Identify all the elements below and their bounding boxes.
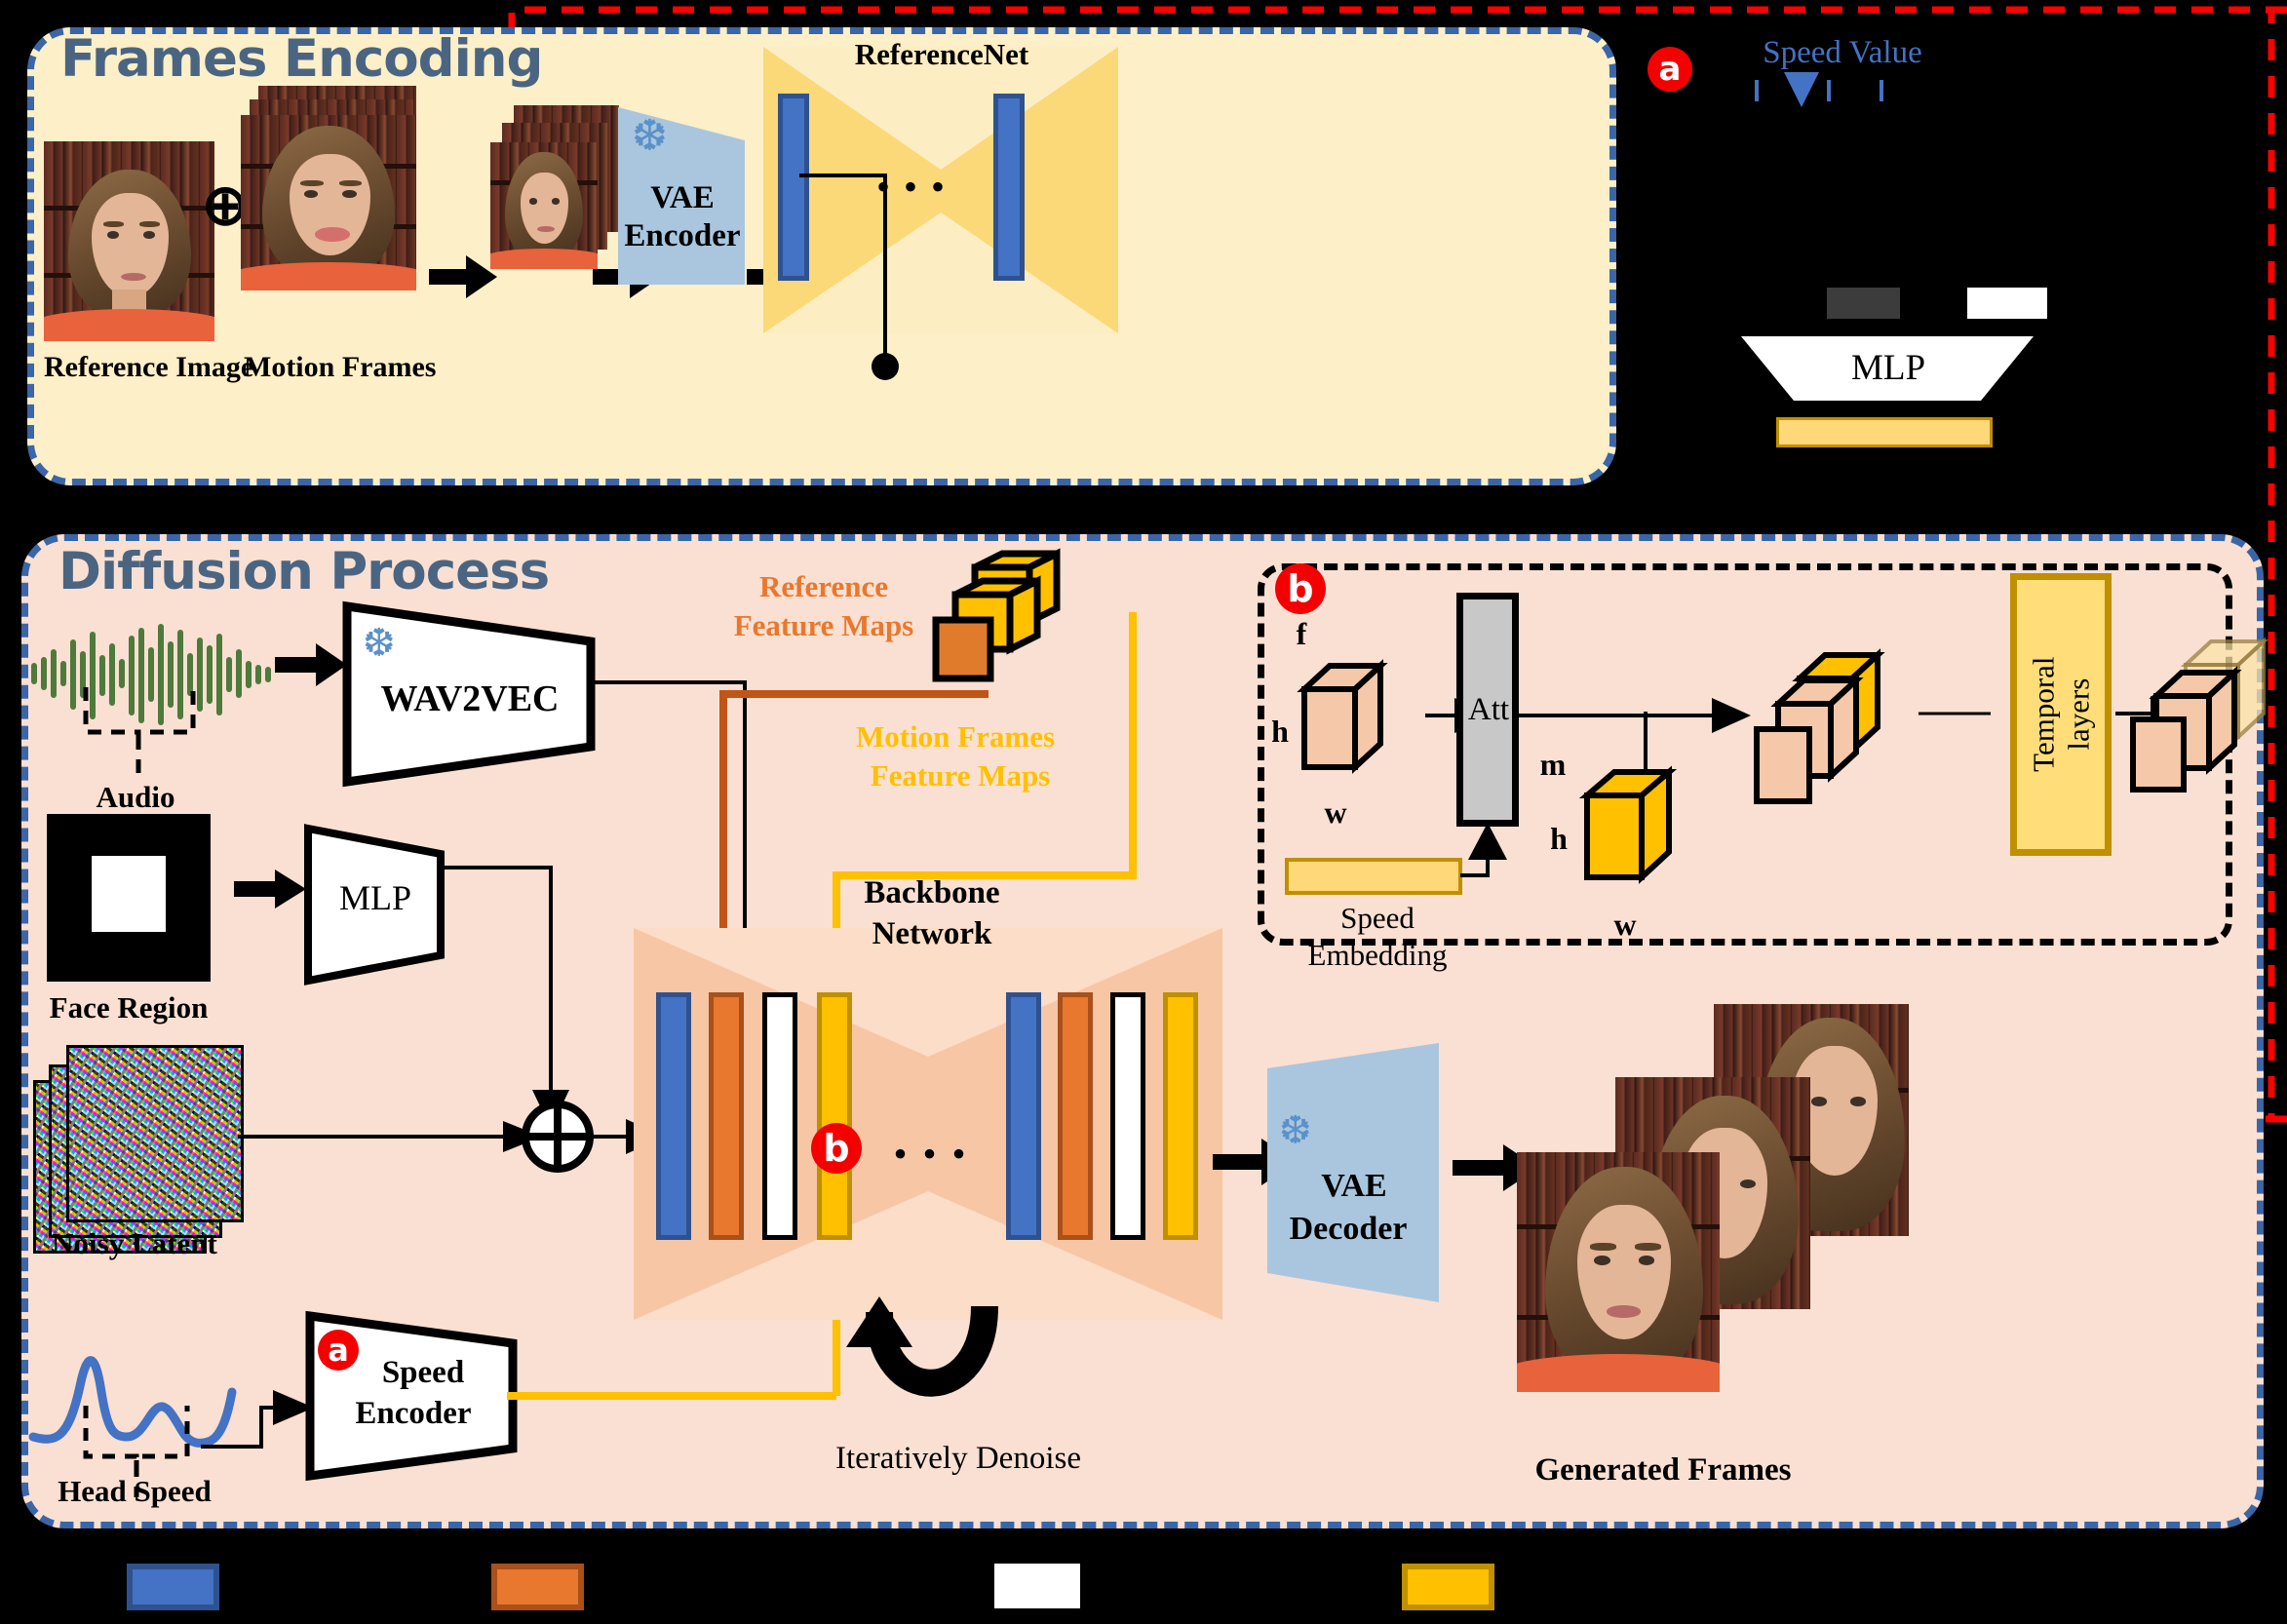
arrow-motion-to-stack — [429, 255, 497, 298]
face-region-mask-inner — [92, 856, 166, 932]
legend-dark-block — [1827, 288, 1900, 319]
generated-frame-front — [1517, 1152, 1720, 1392]
detail-b-motion-cube — [1578, 765, 1678, 884]
speed-embedding-line1: Speed — [1340, 901, 1415, 935]
legend-swatch-white — [994, 1564, 1080, 1608]
audio-label: Audio — [96, 780, 175, 814]
encoded-frame-front — [490, 142, 598, 269]
detail-b-dim-w-mid: w — [1613, 907, 1637, 942]
head-speed-label: Head Speed — [58, 1474, 212, 1508]
backbone-bar-orange-left — [709, 992, 744, 1240]
temporal-layers-label: Temporal layers — [2010, 573, 2112, 856]
legend-white-block — [1967, 288, 2047, 319]
reference-image-label: Reference Image — [44, 351, 254, 383]
vae-encoder-label-line2: Encoder — [624, 218, 741, 253]
arrow-head-speed-to-encoder — [201, 1390, 314, 1449]
temporal-layers-line1: Temporal — [2026, 656, 2061, 773]
legend-yellow-block — [1776, 417, 1993, 447]
backbone-bar-orange-right — [1058, 992, 1093, 1240]
wav2vec-label: WAV2VEC — [380, 678, 560, 719]
motion-frame-front — [241, 115, 416, 290]
speed-value-slider-icon — [1755, 72, 1883, 107]
badge-b-detail: b — [1275, 563, 1326, 614]
temporal-layers-line2: layers — [2061, 677, 2095, 752]
backbone-bar-yellow-right — [1163, 992, 1198, 1240]
face-region-label: Face Region — [49, 990, 209, 1025]
detail-b-output-cube — [2130, 637, 2269, 793]
frames-encoding-title: Frames Encoding — [60, 29, 543, 89]
noisy-latent-to-merge-line — [238, 1121, 542, 1152]
backbone-bar-blue-right — [1006, 992, 1041, 1240]
iteratively-denoise-label: Iteratively Denoise — [835, 1441, 1081, 1476]
vae-encoder-label-line1: VAE — [650, 180, 715, 215]
iteratively-denoise-loop-icon — [846, 1296, 998, 1397]
generated-frames-label: Generated Frames — [1534, 1452, 1792, 1488]
backbone-bar-blue-left — [656, 992, 691, 1240]
legend-swatch-yellow — [1402, 1564, 1494, 1610]
noisy-latent-label: Noisy Latent — [52, 1226, 217, 1260]
diffusion-process-title: Diffusion Process — [58, 542, 550, 601]
att-label: Att — [1467, 692, 1510, 727]
speed-encoder-line1: Speed — [381, 1355, 465, 1390]
reference-feature-maps-line1: Reference — [759, 569, 888, 603]
audio-bracket-dashed — [83, 687, 196, 781]
speed-value-title: Speed Value — [1763, 35, 1922, 70]
mlp-label-diffusion: MLP — [338, 878, 412, 917]
speed-encoder-line2: Encoder — [355, 1396, 472, 1431]
legend-swatch-blue — [127, 1564, 219, 1610]
legend-mlp-label: MLP — [1850, 348, 1926, 388]
motion-frames-label: Motion Frames — [244, 351, 437, 383]
detail-b-dim-f: f — [1296, 616, 1307, 651]
detail-b-dim-h-left: h — [1271, 714, 1289, 749]
backbone-bar-white-left — [762, 992, 797, 1240]
legend-swatch-orange — [491, 1564, 584, 1610]
speed-embedding-bar — [1285, 858, 1462, 895]
badge-a-legend: a — [1647, 47, 1692, 92]
noisy-latent-front — [66, 1045, 244, 1222]
snowflake-icon-wav2vec: ❆ — [363, 621, 396, 665]
badge-b-backbone: b — [811, 1123, 862, 1174]
detail-b-dim-h-mid: h — [1550, 821, 1568, 856]
arrow-audio-to-wav2vec — [275, 643, 347, 686]
snowflake-icon-vae-decoder: ❆ — [1279, 1108, 1312, 1152]
att-output-line — [1519, 698, 1751, 733]
backbone-network-line1: Backbone — [864, 875, 1000, 910]
reference-image-thumbnail — [44, 141, 214, 341]
backbone-bar-yellow-left — [817, 992, 852, 1240]
speed-embedding-line2: Embedding — [1307, 938, 1448, 972]
merge-plus-icon — [522, 1101, 594, 1173]
referencenet-label: ReferenceNet — [854, 37, 1029, 71]
detail-b-input-cube — [1297, 659, 1388, 774]
arrow-face-to-mlp — [234, 870, 306, 909]
detail-b-combined-cube — [1754, 648, 1885, 804]
detail-b-dim-w-left: w — [1324, 794, 1347, 830]
referencenet-output-line — [799, 174, 899, 380]
snowflake-icon-vae-encoder: ❆ — [632, 112, 668, 160]
speed-embedding-to-att-line — [1460, 823, 1507, 877]
backbone-ellipsis: • • • — [893, 1132, 969, 1176]
detail-b-dim-m: m — [1539, 747, 1567, 782]
vae-decoder-line2: Decoder — [1289, 1211, 1408, 1247]
backbone-bar-white-right — [1110, 992, 1145, 1240]
vae-decoder-line1: VAE — [1321, 1168, 1387, 1204]
backbone-network-line2: Network — [872, 916, 992, 951]
